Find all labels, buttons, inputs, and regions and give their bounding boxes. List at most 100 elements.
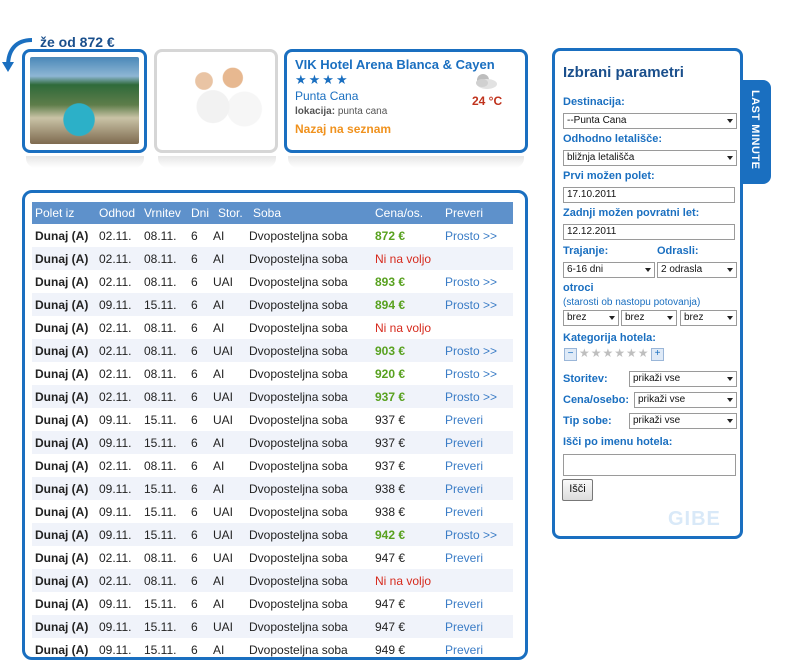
- services-label: Storitev:: [563, 373, 608, 385]
- cell-room: Dvoposteljna soba: [249, 551, 348, 565]
- cell-return-date: 15.11.: [144, 298, 177, 312]
- category-stars[interactable]: ★★★★★★: [579, 346, 650, 360]
- check-link[interactable]: Preveri: [445, 505, 483, 519]
- cell-room: Dvoposteljna soba: [249, 321, 348, 335]
- check-link[interactable]: Preveri: [445, 459, 483, 473]
- check-link[interactable]: Preveri: [445, 551, 483, 565]
- cell-departure-city: Dunaj (A): [35, 367, 89, 381]
- cell-service: UAI: [213, 275, 234, 289]
- cell-departure-city: Dunaj (A): [35, 390, 89, 404]
- table-row: Dunaj (A) 02.11. 08.11. 6 AI Dvoposteljna sob…: [32, 569, 513, 592]
- check-link[interactable]: Preveri: [445, 597, 483, 611]
- cell-departure-city: Dunaj (A): [35, 459, 89, 473]
- cell-price: 947 €: [375, 620, 406, 634]
- check-link[interactable]: Preveri: [445, 620, 483, 634]
- cell-price: 937 €: [375, 459, 406, 473]
- hotel-photo-family[interactable]: [154, 49, 278, 153]
- check-link[interactable]: Preveri: [445, 643, 483, 657]
- last-return-input[interactable]: 12.12.2011: [563, 224, 735, 240]
- cell-service: UAI: [213, 505, 234, 519]
- table-header: Polet iz Odhod Vrnitev Dni Stor. Soba Ce…: [32, 202, 513, 224]
- table-row: Dunaj (A) 02.11. 08.11. 6 UAI Dvoposteljna so…: [32, 546, 513, 569]
- location-value: punta cana: [337, 106, 388, 117]
- destination-label: Destinacija:: [563, 96, 625, 108]
- cell-room: Dvoposteljna soba: [249, 390, 348, 404]
- check-link[interactable]: Prosto >>: [445, 275, 497, 289]
- sidebar-title: Izbrani parametri: [563, 64, 684, 81]
- price-filter-select[interactable]: prikaži vse: [634, 392, 737, 408]
- airport-select[interactable]: bližnja letališča: [563, 150, 737, 166]
- cell-departure-city: Dunaj (A): [35, 436, 89, 450]
- cell-departure-date: 02.11.: [99, 321, 132, 335]
- first-flight-input[interactable]: 17.10.2011: [563, 187, 735, 203]
- cell-departure-date: 09.11.: [99, 413, 132, 427]
- check-link[interactable]: Prosto >>: [445, 390, 497, 404]
- adults-select[interactable]: 2 odrasla: [657, 262, 737, 278]
- search-button[interactable]: Išči: [562, 479, 593, 501]
- hotel-search-input[interactable]: [563, 454, 736, 476]
- cell-days: 6: [191, 459, 198, 473]
- cell-return-date: 08.11.: [144, 367, 177, 381]
- cell-price: 894 €: [375, 298, 406, 312]
- cell-price: 937 €: [375, 413, 406, 427]
- destination-select[interactable]: --Punta Cana: [563, 113, 737, 129]
- cell-departure-date: 02.11.: [99, 459, 132, 473]
- cell-room: Dvoposteljna soba: [249, 344, 348, 358]
- hotel-location: lokacija: punta cana: [295, 106, 387, 117]
- cell-departure-city: Dunaj (A): [35, 344, 89, 358]
- category-minus-button[interactable]: −: [564, 348, 577, 361]
- cell-room: Dvoposteljna soba: [249, 459, 348, 473]
- duration-select[interactable]: 6-16 dni: [563, 262, 655, 278]
- chevron-down-icon: [727, 419, 733, 423]
- room-type-select[interactable]: prikaži vse: [629, 413, 737, 429]
- cell-room: Dvoposteljna soba: [249, 252, 348, 266]
- photo-shadow: [158, 156, 276, 168]
- check-link[interactable]: Prosto >>: [445, 528, 497, 542]
- photo-shadow: [26, 156, 144, 168]
- hotel-name[interactable]: VIK Hotel Arena Blanca & Cayen: [295, 57, 495, 72]
- cell-service: AI: [213, 367, 225, 381]
- children-hint: (starosti ob nastopu potovanja): [563, 297, 701, 308]
- table-row: Dunaj (A) 09.11. 15.11. 6 AI Dvoposteljna sob…: [32, 592, 513, 615]
- cell-return-date: 15.11.: [144, 436, 177, 450]
- cell-departure-city: Dunaj (A): [35, 574, 89, 588]
- child1-select[interactable]: brez: [563, 310, 619, 326]
- check-link[interactable]: Prosto >>: [445, 229, 497, 243]
- category-plus-button[interactable]: +: [651, 348, 664, 361]
- cell-departure-date: 09.11.: [99, 597, 132, 611]
- hotel-photo-resort[interactable]: [22, 49, 147, 153]
- services-value: prikaži vse: [633, 373, 681, 384]
- price-teaser: že od 872 €: [40, 34, 115, 50]
- check-link[interactable]: Preveri: [445, 436, 483, 450]
- cell-days: 6: [191, 436, 198, 450]
- chevron-down-icon: [645, 268, 651, 272]
- check-link[interactable]: Prosto >>: [445, 367, 497, 381]
- child2-select[interactable]: brez: [621, 310, 677, 326]
- chevron-down-icon: [727, 316, 733, 320]
- cell-return-date: 08.11.: [144, 390, 177, 404]
- cell-service: UAI: [213, 390, 234, 404]
- last-minute-tab[interactable]: LAST MINUTE: [743, 80, 771, 184]
- check-link[interactable]: Prosto >>: [445, 298, 497, 312]
- child2-value: brez: [625, 312, 645, 323]
- child3-select[interactable]: brez: [680, 310, 737, 326]
- cell-departure-date: 02.11.: [99, 390, 132, 404]
- cell-price: 947 €: [375, 551, 406, 565]
- cell-days: 6: [191, 298, 198, 312]
- cell-room: Dvoposteljna soba: [249, 505, 348, 519]
- check-link[interactable]: Preveri: [445, 413, 483, 427]
- duration-label: Trajanje:: [563, 245, 609, 257]
- col-header-price: Cena/os.: [375, 206, 424, 220]
- col-header-room: Soba: [253, 206, 282, 220]
- chevron-down-icon: [667, 316, 673, 320]
- cell-departure-city: Dunaj (A): [35, 597, 89, 611]
- check-link[interactable]: Preveri: [445, 482, 483, 496]
- services-select[interactable]: prikaži vse: [629, 371, 737, 387]
- check-link[interactable]: Prosto >>: [445, 344, 497, 358]
- table-row: Dunaj (A) 02.11. 08.11. 6 AI Dvoposteljna sob…: [32, 224, 513, 247]
- back-to-list-link[interactable]: Nazaj na seznam: [295, 122, 391, 136]
- col-header-return: Vrnitev: [144, 206, 181, 220]
- cell-days: 6: [191, 643, 198, 657]
- adults-label: Odrasli:: [657, 245, 699, 257]
- table-row: Dunaj (A) 09.11. 15.11. 6 AI Dvoposteljna sob…: [32, 431, 513, 454]
